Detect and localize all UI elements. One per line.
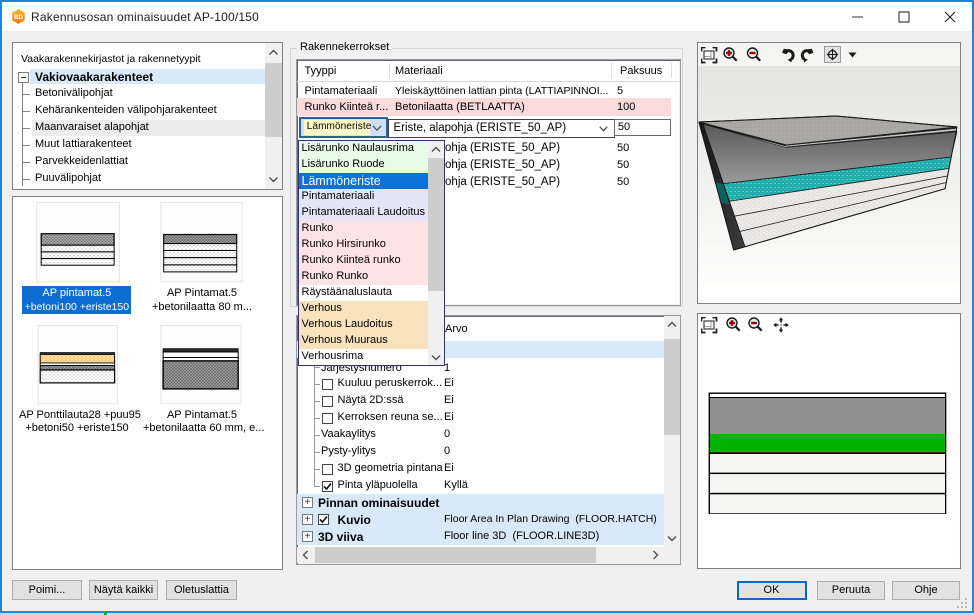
svg-text:BD: BD [14,14,23,21]
